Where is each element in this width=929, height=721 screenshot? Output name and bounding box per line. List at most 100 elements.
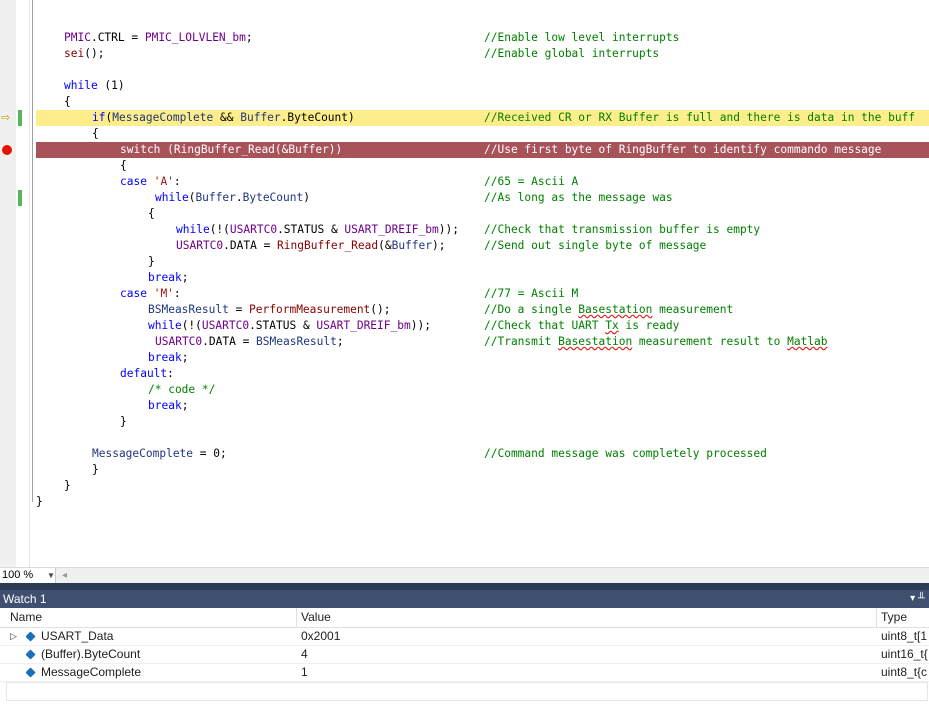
code-text: sei(); <box>64 47 105 60</box>
code-line[interactable]: case 'M': //77 = Ascii M <box>36 286 929 302</box>
code-comment: //Transmit Basestation measurement resul… <box>484 335 828 348</box>
code-line[interactable]: } <box>36 414 929 430</box>
watch-name-text: USART_Data <box>41 629 114 643</box>
watch-name: MessageComplete <box>26 664 294 681</box>
code-line[interactable]: } <box>36 494 929 510</box>
change-indicator[interactable] <box>18 110 22 126</box>
code-line[interactable]: /* code */ <box>36 382 929 398</box>
zoom-dropdown[interactable]: 100 % ▼ <box>0 568 56 583</box>
code-text: /* code */ <box>148 383 216 396</box>
code-line[interactable]: MessageComplete = 0; //Command message wa… <box>36 446 929 462</box>
watch-title: Watch 1 <box>3 592 47 606</box>
code-line[interactable]: break; <box>36 350 929 366</box>
watch-name: USART_Data <box>26 628 294 645</box>
watch-type: uint16_t{ <box>881 647 928 661</box>
column-header-value[interactable]: Value <box>296 608 876 627</box>
code-comment: //Check that UART Tx is ready <box>484 319 680 332</box>
code-line[interactable]: case 'A': //65 = Ascii A <box>36 174 929 190</box>
code-text: { <box>92 127 99 140</box>
code-line[interactable]: } <box>36 254 929 270</box>
window-controls[interactable]: ▾ ╨ <box>910 590 925 608</box>
watch-row[interactable]: MessageComplete 1 uint8_t{c <box>0 664 929 682</box>
code-text: while(!(USARTC0.STATUS & USART_DREIF_bm)… <box>148 319 431 332</box>
breakpoint-icon[interactable] <box>2 145 12 155</box>
code-comment: //Send out single byte of message <box>484 239 707 252</box>
code-text: MessageComplete = 0; <box>92 447 227 460</box>
outline-guide <box>32 0 33 502</box>
code-comment: //Check that transmission buffer is empt… <box>484 223 761 236</box>
code-text: while(Buffer.ByteCount) <box>155 191 310 204</box>
column-header-name[interactable]: Name <box>0 608 296 627</box>
change-indicator[interactable] <box>18 190 22 206</box>
watch-value[interactable]: 4 <box>301 646 871 663</box>
watch-value[interactable]: 1 <box>301 664 871 681</box>
code-text: if(MessageComplete && Buffer.ByteCount) <box>92 111 355 124</box>
code-text: break; <box>148 271 189 284</box>
code-comment: //Do a single Basestation measurement <box>484 303 734 316</box>
watch-name-text: (Buffer).ByteCount <box>41 647 141 661</box>
code-text: case 'M': <box>120 287 181 300</box>
code-line[interactable]: if(MessageComplete && Buffer.ByteCount) /… <box>36 110 929 126</box>
variable-icon <box>26 649 36 660</box>
code-text: { <box>120 159 127 172</box>
code-line[interactable]: USARTC0.DATA = BSMeasResult; //Transmit B… <box>36 334 929 350</box>
watch-header: Name Value Type <box>0 608 929 628</box>
watch-panel: Watch 1 ▾ ╨ Name Value Type ▷ USART_Data 0… <box>0 583 929 721</box>
code-line[interactable]: break; <box>36 270 929 286</box>
scroll-left-icon[interactable]: ◂ <box>62 568 67 583</box>
code-line[interactable]: { <box>36 126 929 142</box>
code-line[interactable]: PMIC.CTRL = PMIC_LOLVLEN_bm; //Enable low… <box>36 30 929 46</box>
variable-icon <box>26 667 36 678</box>
watch-type: uint8_t[1 <box>881 629 928 643</box>
code-line[interactable]: } <box>36 478 929 494</box>
expand-icon[interactable]: ▷ <box>10 628 17 645</box>
code-line[interactable]: while (1) <box>36 78 929 94</box>
code-comment: //Command message was completely process… <box>484 447 767 460</box>
code-line[interactable]: { <box>36 94 929 110</box>
code-line[interactable]: } <box>36 462 929 478</box>
code-line[interactable]: USARTC0.DATA = RingBuffer_Read(&Buffer);… <box>36 238 929 254</box>
code-text: BSMeasResult = PerformMeasurement(); <box>148 303 391 316</box>
editor-status-bar: 100 % ▼ ◂ <box>0 567 929 584</box>
indicator-margin[interactable] <box>0 0 16 567</box>
code-comment: //Use first byte of RingBuffer to identi… <box>484 143 882 156</box>
code-line[interactable]: switch (RingBuffer_Read(&Buffer)) //Use f… <box>36 142 929 158</box>
code-text: break; <box>148 351 189 364</box>
code-line[interactable]: while(!(USARTC0.STATUS & USART_DREIF_bm)… <box>36 222 929 238</box>
watch-name: (Buffer).ByteCount <box>26 646 294 663</box>
code-text: } <box>64 479 71 492</box>
code-editor[interactable]: PMIC.CTRL = PMIC_LOLVLEN_bm; //Enable low… <box>0 0 929 567</box>
code-line[interactable]: BSMeasResult = PerformMeasurement(); //Do… <box>36 302 929 318</box>
code-line[interactable]: while(Buffer.ByteCount) //As long as the … <box>36 190 929 206</box>
watch-value[interactable]: 0x2001 <box>301 628 871 645</box>
code-text: { <box>148 207 155 220</box>
current-statement-arrow-icon[interactable]: ⇨ <box>1 110 10 126</box>
code-text: USARTC0.DATA = RingBuffer_Read(&Buffer); <box>176 239 446 252</box>
watch-name-text: MessageComplete <box>41 665 142 679</box>
code-comment: //Received CR or RX Buffer is full and t… <box>484 111 916 124</box>
watch-title-bar: Watch 1 ▾ ╨ <box>0 583 929 608</box>
code-line[interactable]: while(!(USARTC0.STATUS & USART_DREIF_bm)… <box>36 318 929 334</box>
code-text: } <box>36 495 43 508</box>
column-header-type[interactable]: Type <box>876 608 929 627</box>
code-text: while(!(USARTC0.STATUS & USART_DREIF_bm)… <box>176 223 459 236</box>
code-text: { <box>64 95 71 108</box>
code-text: case 'A': <box>120 175 181 188</box>
code-line[interactable] <box>36 430 929 446</box>
variable-icon <box>26 631 36 642</box>
zoom-value: 100 % <box>2 569 34 581</box>
watch-rows: ▷ USART_Data 0x2001 uint8_t[1 (Buffer).ByteC… <box>0 628 929 701</box>
code-line[interactable] <box>36 62 929 78</box>
watch-empty-row[interactable] <box>6 682 928 701</box>
code-line[interactable]: { <box>36 158 929 174</box>
code-comment: //77 = Ascii M <box>484 287 579 300</box>
code-line[interactable]: default: <box>36 366 929 382</box>
code-text: switch (RingBuffer_Read(&Buffer)) <box>120 143 343 156</box>
code-comment: //Enable low level interrupts <box>484 31 680 44</box>
code-line[interactable]: sei(); //Enable global interrupts <box>36 46 929 62</box>
code-text: } <box>92 463 99 476</box>
code-line[interactable]: { <box>36 206 929 222</box>
code-line[interactable]: break; <box>36 398 929 414</box>
watch-row[interactable]: ▷ USART_Data 0x2001 uint8_t[1 <box>0 628 929 646</box>
watch-row[interactable]: (Buffer).ByteCount 4 uint16_t{ <box>0 646 929 664</box>
